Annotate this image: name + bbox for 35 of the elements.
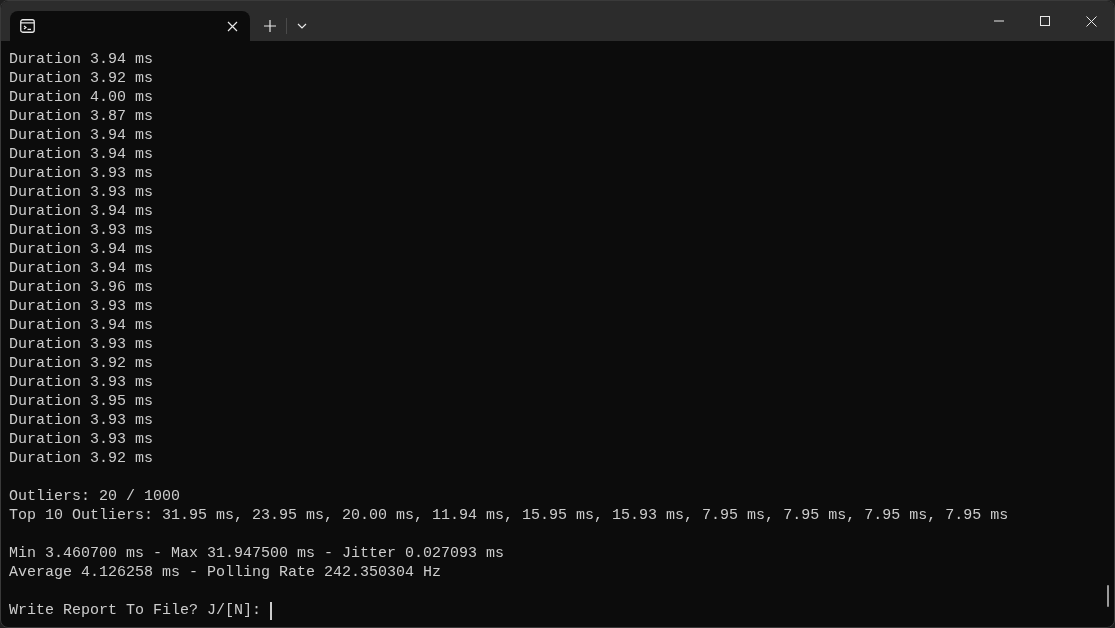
- output-line: Duration 3.94 ms: [9, 50, 155, 69]
- output-line: Duration 3.87 ms: [9, 107, 155, 126]
- new-tab-button[interactable]: [264, 20, 276, 32]
- output-line: Duration 3.93 ms: [9, 430, 155, 449]
- terminal-icon: [20, 19, 35, 33]
- output-line: Duration 3.93 ms: [9, 164, 155, 183]
- output-line: Duration 3.93 ms: [9, 297, 155, 316]
- prompt-text: Write Report To File? J/[N]:: [9, 601, 262, 620]
- output-line: Average 4.126258 ms - Polling Rate 242.350304 Hz: [9, 563, 443, 582]
- output-line: Duration 3.93 ms: [9, 335, 155, 354]
- output-line: Duration 3.92 ms: [9, 449, 155, 468]
- maximize-icon: [1040, 16, 1050, 26]
- output-line: Duration 3.93 ms: [9, 373, 155, 392]
- scrollbar-thumb[interactable]: [1107, 585, 1109, 607]
- minimize-icon: [994, 20, 1004, 22]
- output-line: Outliers: 20 / 1000: [9, 487, 182, 506]
- output-line: Duration 3.94 ms: [9, 145, 155, 164]
- output-line: Duration 3.94 ms: [9, 202, 155, 221]
- output-line: Duration 3.94 ms: [9, 316, 155, 335]
- output-line: Duration 3.93 ms: [9, 183, 155, 202]
- output-line: Duration 3.93 ms: [9, 221, 155, 240]
- output-line: Duration 3.94 ms: [9, 240, 155, 259]
- output-line: Duration 3.95 ms: [9, 392, 155, 411]
- output-line: Duration 3.96 ms: [9, 278, 155, 297]
- dropdown-button[interactable]: [297, 23, 307, 29]
- output-line: Duration 3.92 ms: [9, 354, 155, 373]
- output-line: Min 3.460700 ms - Max 31.947500 ms - Jitter 0.027093 ms: [9, 544, 506, 563]
- close-icon: [1085, 15, 1097, 27]
- output-line: Duration 4.00 ms: [9, 88, 155, 107]
- output-line: Duration 3.94 ms: [9, 126, 155, 145]
- output-line: Top 10 Outliers: 31.95 ms, 23.95 ms, 20.00 ms, 11.94 ms, 15.95 ms, 15.93 ms, 7.95 ms, 7.95 ms, 7.95 ms, 7.95 ms: [9, 506, 1010, 525]
- output-line: Duration 3.94 ms: [9, 259, 155, 278]
- output-line: Duration 3.92 ms: [9, 69, 155, 88]
- close-tab-button[interactable]: [227, 20, 238, 32]
- output-line: Duration 3.93 ms: [9, 411, 155, 430]
